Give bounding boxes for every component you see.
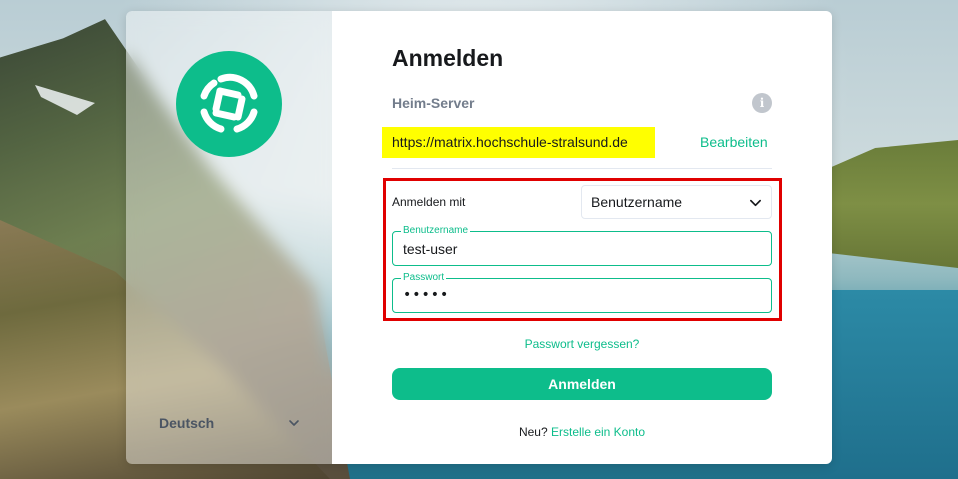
login-method-select[interactable]: Benutzername: [581, 185, 772, 219]
chevron-down-icon: [750, 199, 761, 207]
create-account-link[interactable]: Erstelle ein Konto: [551, 425, 645, 439]
username-field-label: Benutzername: [401, 225, 471, 237]
element-logo-icon: [176, 51, 282, 157]
homeserver-label: Heim-Server: [392, 95, 475, 111]
page-title: Anmelden: [392, 45, 504, 71]
divider: [392, 168, 772, 169]
background-water: [820, 290, 958, 479]
edit-homeserver-link[interactable]: Bearbeiten: [700, 134, 768, 150]
username-input[interactable]: test-user: [403, 241, 457, 257]
login-with-label: Anmelden mit: [392, 195, 466, 209]
forgot-password-link[interactable]: Passwort vergessen?: [332, 337, 832, 351]
homeserver-url: https://matrix.hochschule-stralsund.de: [382, 127, 655, 158]
signup-prompt: Neu? Erstelle ein Konto: [332, 425, 832, 439]
auth-sidebar: Deutsch: [126, 11, 332, 464]
auth-body: Anmelden Heim-Server i https://matrix.ho…: [332, 11, 832, 464]
password-field-label: Passwort: [401, 272, 447, 284]
login-method-value: Benutzername: [591, 194, 683, 210]
chevron-down-icon: [289, 420, 299, 426]
sign-in-button[interactable]: Anmelden: [392, 368, 772, 400]
language-label: Deutsch: [159, 415, 215, 431]
language-select[interactable]: Deutsch: [159, 412, 301, 434]
auth-card: Deutsch Anmelden Heim-Server i https://m…: [126, 11, 832, 464]
password-field[interactable]: Passwort •••••: [392, 272, 772, 313]
info-icon[interactable]: i: [752, 93, 772, 113]
username-field[interactable]: Benutzername test-user: [392, 225, 772, 266]
password-input[interactable]: •••••: [403, 287, 449, 303]
signup-prefix: Neu?: [518, 425, 548, 439]
